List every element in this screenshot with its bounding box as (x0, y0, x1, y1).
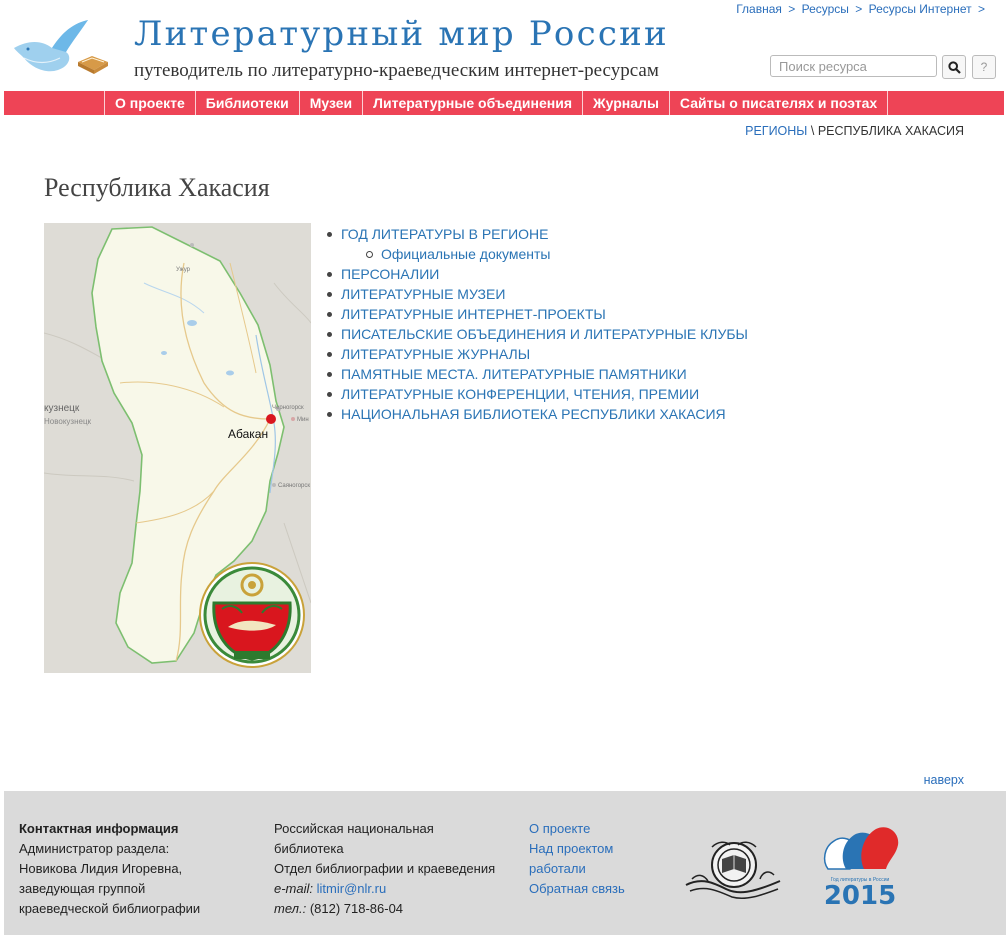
list-item: НАЦИОНАЛЬНАЯ БИБЛИОТЕКА РЕСПУБЛИКИ ХАКАС… (321, 404, 748, 424)
list-item: ЛИТЕРАТУРНЫЕ ЖУРНАЛЫ (321, 344, 748, 364)
topic-link[interactable]: ПЕРСОНАЛИИ (341, 266, 439, 282)
topic-link[interactable]: НАЦИОНАЛЬНАЯ БИБЛИОТЕКА РЕСПУБЛИКИ ХАКАС… (341, 406, 726, 422)
breadcrumb: Главная > Ресурсы > Ресурсы Интернет > (736, 2, 985, 16)
bird-book-logo[interactable] (8, 18, 112, 78)
region-breadcrumb-regions[interactable]: РЕГИОНЫ (745, 124, 807, 138)
map-label: Черногорск (272, 405, 304, 411)
nav-journals[interactable]: Журналы (582, 91, 669, 115)
region-breadcrumb-current: РЕСПУБЛИКА ХАКАСИЯ (817, 124, 964, 138)
list-item: ЛИТЕРАТУРНЫЕ КОНФЕРЕНЦИИ, ЧТЕНИЯ, ПРЕМИИ (321, 384, 748, 404)
nav-writer-sites[interactable]: Сайты о писателях и поэтах (668, 91, 889, 115)
list-item: Официальные документы (321, 244, 748, 264)
search-icon (947, 60, 961, 74)
topic-link[interactable]: ЛИТЕРАТУРНЫЕ ИНТЕРНЕТ-ПРОЕКТЫ (341, 306, 606, 322)
year-logo-text: 2015 (823, 881, 897, 911)
footer-organization: Российская национальная библиотека Отдел… (274, 821, 496, 916)
map-label: Новокузнецк (44, 417, 92, 426)
list-item: ГОД ЛИТЕРАТУРЫ В РЕГИОНЕ (321, 224, 748, 244)
search-input[interactable] (770, 55, 937, 77)
topic-link[interactable]: ЛИТЕРАТУРНЫЕ МУЗЕИ (341, 286, 505, 302)
footer-phone: (812) 718-86-04 (309, 901, 404, 916)
region-breadcrumb: РЕГИОНЫ \ РЕСПУБЛИКА ХАКАСИЯ (745, 124, 964, 138)
footer-link-feedback[interactable]: Обратная связь (529, 879, 629, 899)
help-button[interactable]: ? (972, 55, 996, 79)
list-item: ПИСАТЕЛЬСКИЕ ОБЪЕДИНЕНИЯ И ЛИТЕРАТУРНЫЕ … (321, 324, 748, 344)
map-label: кузнецк (44, 403, 80, 414)
breadcrumb-resources[interactable]: Ресурсы (802, 2, 849, 16)
site-title[interactable]: Литературный мир России (134, 14, 669, 54)
map-label: Мин (297, 417, 309, 423)
breadcrumb-internet-resources[interactable]: Ресурсы Интернет (869, 2, 972, 16)
back-to-top-link[interactable]: наверх (924, 773, 964, 787)
topic-link[interactable]: ПИСАТЕЛЬСКИЕ ОБЪЕДИНЕНИЯ И ЛИТЕРАТУРНЫЕ … (341, 326, 748, 342)
main-nav: О проекте Библиотеки Музеи Литературные … (4, 91, 1004, 115)
topic-link[interactable]: Официальные документы (381, 246, 550, 262)
map-label: Ужур (176, 267, 191, 273)
map-label: Саяногорск (278, 483, 310, 489)
coat-of-arms-emblem (199, 562, 305, 668)
page-title: Республика Хакасия (44, 173, 270, 202)
topic-link[interactable]: ЛИТЕРАТУРНЫЕ ЖУРНАЛЫ (341, 346, 530, 362)
map-city-label: Абакан (228, 427, 268, 441)
topic-link[interactable]: ПАМЯТНЫЕ МЕСТА. ЛИТЕРАТУРНЫЕ ПАМЯТНИКИ (341, 366, 687, 382)
footer-contact-heading: Контактная информация (19, 821, 179, 836)
year-logo-heads-icon (823, 827, 899, 870)
breadcrumb-home[interactable]: Главная (736, 2, 782, 16)
footer-link-team[interactable]: Над проектом работали (529, 839, 629, 879)
topic-list: ГОД ЛИТЕРАТУРЫ В РЕГИОНЕ Официальные док… (321, 224, 748, 424)
region-map: Абакан кузнецк Новокузнецк Черногорск Ми… (44, 223, 311, 673)
list-item: ПАМЯТНЫЕ МЕСТА. ЛИТЕРАТУРНЫЕ ПАМЯТНИКИ (321, 364, 748, 384)
site-subtitle: путеводитель по литературно-краеведчески… (134, 60, 659, 81)
footer: Контактная информация Администратор разд… (4, 791, 1006, 935)
list-item: ЛИТЕРАТУРНЫЕ МУЗЕИ (321, 284, 748, 304)
nav-museums[interactable]: Музеи (298, 91, 362, 115)
topic-link[interactable]: ЛИТЕРАТУРНЫЕ КОНФЕРЕНЦИИ, ЧТЕНИЯ, ПРЕМИИ (341, 386, 699, 402)
search-button[interactable] (942, 55, 966, 79)
list-item: ПЕРСОНАЛИИ (321, 264, 748, 284)
year-of-literature-logo[interactable]: Год литературы в России 2015 (820, 821, 900, 909)
footer-links: О проекте Над проектом работали Обратная… (529, 819, 629, 899)
abakan-city-marker (266, 414, 276, 424)
footer-email-link[interactable]: litmir@nlr.ru (317, 881, 387, 896)
nav-about[interactable]: О проекте (104, 91, 195, 115)
topic-link[interactable]: ГОД ЛИТЕРАТУРЫ В РЕГИОНЕ (341, 226, 548, 242)
nav-libraries[interactable]: Библиотеки (194, 91, 299, 115)
footer-contact: Контактная информация Администратор разд… (19, 819, 259, 919)
footer-link-about[interactable]: О проекте (529, 819, 629, 839)
list-item: ЛИТЕРАТУРНЫЕ ИНТЕРНЕТ-ПРОЕКТЫ (321, 304, 748, 324)
nav-literary-associations[interactable]: Литературные объединения (362, 91, 582, 115)
library-emblem-logo[interactable] (682, 837, 784, 903)
